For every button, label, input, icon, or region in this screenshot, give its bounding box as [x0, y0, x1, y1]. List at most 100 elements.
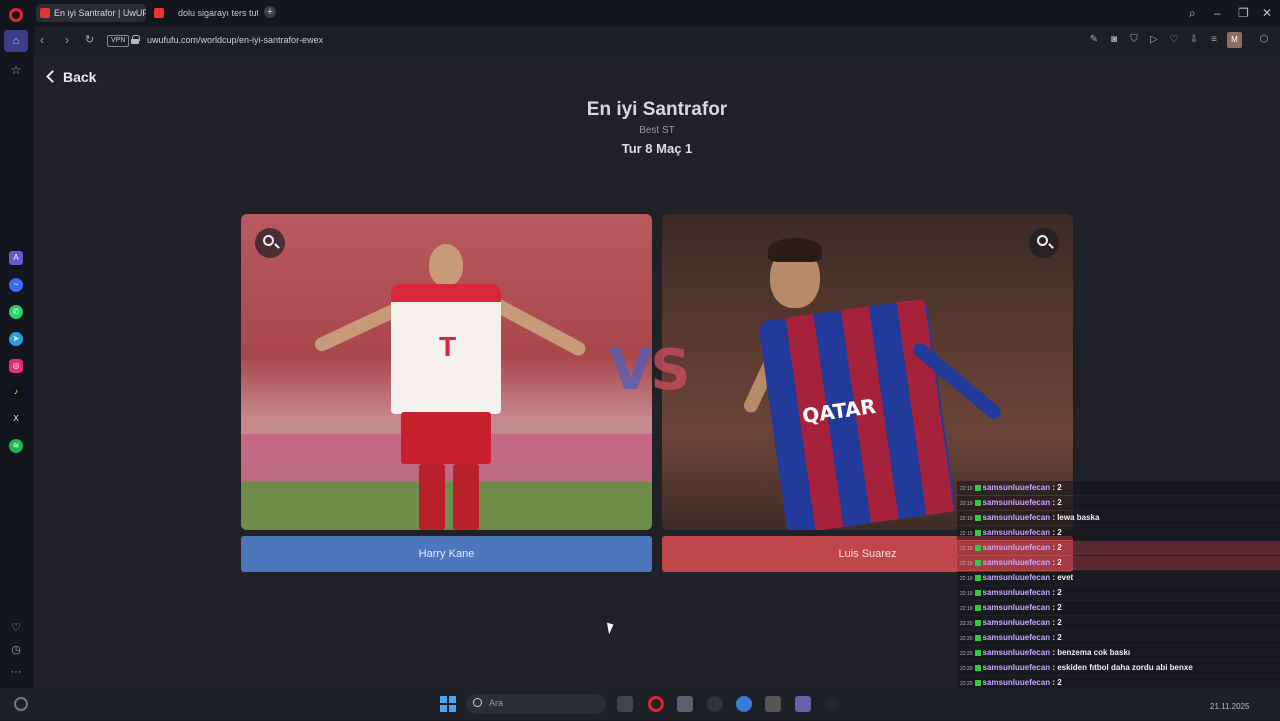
chat-message: 22:19 samsunluuefecan : 2 [957, 601, 1280, 615]
x-icon[interactable]: X [9, 412, 23, 426]
reload-icon[interactable]: ↻ [85, 33, 94, 46]
chat-text: : 2 [1050, 603, 1062, 612]
kick-badge-icon [974, 515, 981, 521]
zoom-in-icon [1037, 235, 1048, 246]
taskbar: Ara 21.11.2025 [0, 688, 1280, 720]
whatsapp-icon[interactable]: ✆ [9, 305, 23, 319]
chat-message: 22:19 samsunluuefecan : 2 [957, 556, 1280, 570]
chat-username: samsunluuefecan [982, 648, 1051, 657]
kick-badge-icon [974, 665, 981, 671]
notepad-icon[interactable] [677, 696, 693, 712]
chat-text: : 2 [1050, 588, 1062, 597]
forward-nav-icon[interactable]: › [65, 33, 69, 47]
more-icon[interactable]: ··· [9, 665, 23, 679]
chat-username: samsunluuefecan [982, 573, 1051, 582]
tab-label: dolu sigarayı ters tut [178, 8, 258, 18]
mouse-cursor [607, 621, 615, 635]
tab-youtube[interactable]: dolu sigarayı ters tut [150, 4, 258, 22]
back-label: Back [63, 69, 97, 85]
chat-text: : benzema cok baskı [1050, 648, 1131, 657]
maximize-button[interactable]: ❐ [1238, 6, 1249, 20]
address-bar: ‹ › ↻ VPN uwufufu.com/worldcup/en-iyi-sa… [34, 27, 1280, 55]
minimize-button[interactable]: – [1214, 6, 1221, 20]
vs-label: VS [609, 338, 691, 403]
star-icon[interactable]: ☆ [9, 63, 23, 77]
steam-icon[interactable] [824, 696, 840, 712]
extensions-icon[interactable]: ⬡ [1258, 34, 1270, 46]
chat-text: : 2 [1050, 618, 1062, 627]
app-icon[interactable] [765, 696, 781, 712]
candidate-image-left[interactable]: T [241, 214, 652, 530]
edit-icon[interactable]: ✎ [1088, 34, 1100, 46]
chat-text: : 2 [1050, 558, 1062, 567]
chat-message: 22:20 samsunluuefecan : eskiden fıtbol da… [957, 661, 1280, 675]
chat-username: samsunluuefecan [982, 618, 1051, 627]
home-icon[interactable]: ⌂ [4, 30, 28, 52]
chat-username: samsunluuefecan [982, 513, 1051, 522]
new-tab-button[interactable]: + [264, 6, 276, 18]
url-field[interactable]: uwufufu.com/worldcup/en-iyi-santrafor-ew… [147, 35, 323, 45]
widgets-icon[interactable] [14, 697, 28, 711]
page-subtitle: Best ST [639, 125, 675, 136]
zoom-button-right[interactable] [1029, 228, 1059, 258]
camera-icon[interactable]: ◙ [1108, 34, 1120, 46]
taskbar-search[interactable]: Ara [466, 694, 606, 714]
menu-icon[interactable]: ≡ [1208, 34, 1220, 46]
kick-badge-icon [974, 635, 981, 641]
opera-taskbar-icon[interactable] [648, 696, 664, 712]
kick-badge-icon [974, 620, 981, 626]
chat-timestamp: 22:19 [960, 501, 973, 507]
lock-icon[interactable] [131, 35, 140, 44]
teams-icon[interactable] [795, 696, 811, 712]
chat-timestamp: 22:20 [960, 681, 973, 687]
settings-icon[interactable] [736, 696, 752, 712]
select-left-button[interactable]: Harry Kane [241, 536, 652, 572]
kick-badge-icon [974, 560, 981, 566]
tab-label: En iyi Santrafor | UwUFUF [54, 8, 146, 18]
profile-avatar[interactable]: M [1227, 32, 1242, 48]
vpn-badge[interactable]: VPN [107, 35, 130, 47]
tiktok-icon[interactable]: ♪ [9, 385, 23, 399]
chat-message: 22:19 samsunluuefecan : 2 [957, 481, 1280, 495]
chat-timestamp: 22:20 [960, 666, 973, 672]
opera-logo-icon[interactable] [9, 8, 23, 22]
pitch [241, 482, 652, 530]
heart-icon[interactable]: ♡ [9, 621, 23, 635]
close-window-button[interactable]: ✕ [1262, 6, 1272, 20]
aria-icon[interactable]: A [9, 251, 23, 265]
tab-uwufufu[interactable]: En iyi Santrafor | UwUFUF [36, 4, 146, 22]
heart-icon[interactable]: ♡ [1168, 34, 1180, 46]
instagram-icon[interactable]: ◎ [9, 359, 23, 373]
chat-message: 22:19 samsunluuefecan : 2 [957, 526, 1280, 540]
chat-timestamp: 22:19 [960, 486, 973, 492]
file-explorer-icon[interactable] [617, 696, 633, 712]
back-nav-icon[interactable]: ‹ [40, 33, 44, 47]
spotify-icon[interactable]: ≋ [9, 439, 23, 453]
shield-icon[interactable]: ⛉ [1128, 34, 1140, 46]
zoom-in-icon [263, 235, 274, 246]
round-label: Tur 8 Maç 1 [621, 141, 693, 156]
chat-overlay: 22:19 samsunluuefecan : 2 22:19 samsunluuef… [957, 481, 1280, 721]
back-button[interactable]: Back [46, 69, 97, 85]
zoom-button-left[interactable] [255, 228, 285, 258]
tab-search-icon[interactable]: ⌕ [1189, 6, 1196, 21]
start-button[interactable] [440, 696, 456, 712]
obs-icon[interactable] [707, 696, 723, 712]
chat-username: samsunluuefecan [982, 633, 1051, 642]
download-icon[interactable]: ⇩ [1188, 34, 1200, 46]
telegram-icon[interactable]: ➤ [9, 332, 23, 346]
chat-message: 22:20 samsunluuefecan : benzema cok baskı [957, 646, 1280, 660]
messenger-icon[interactable]: ~ [9, 278, 23, 292]
chat-timestamp: 22:20 [960, 636, 973, 642]
page-title: En iyi Santrafor [586, 99, 728, 120]
play-icon[interactable]: ▷ [1148, 34, 1160, 46]
chat-timestamp: 22:19 [960, 606, 973, 612]
chat-username: samsunluuefecan [982, 528, 1051, 537]
chat-text: : 2 [1050, 678, 1062, 687]
chat-timestamp: 22:19 [960, 516, 973, 522]
chat-username: samsunluuefecan [982, 543, 1051, 552]
history-icon[interactable]: ◷ [9, 643, 23, 657]
youtube-favicon-icon [154, 8, 164, 18]
chat-message: 22:19 samsunluuefecan : 2 [957, 541, 1280, 555]
chat-text: : 2 [1050, 483, 1062, 492]
